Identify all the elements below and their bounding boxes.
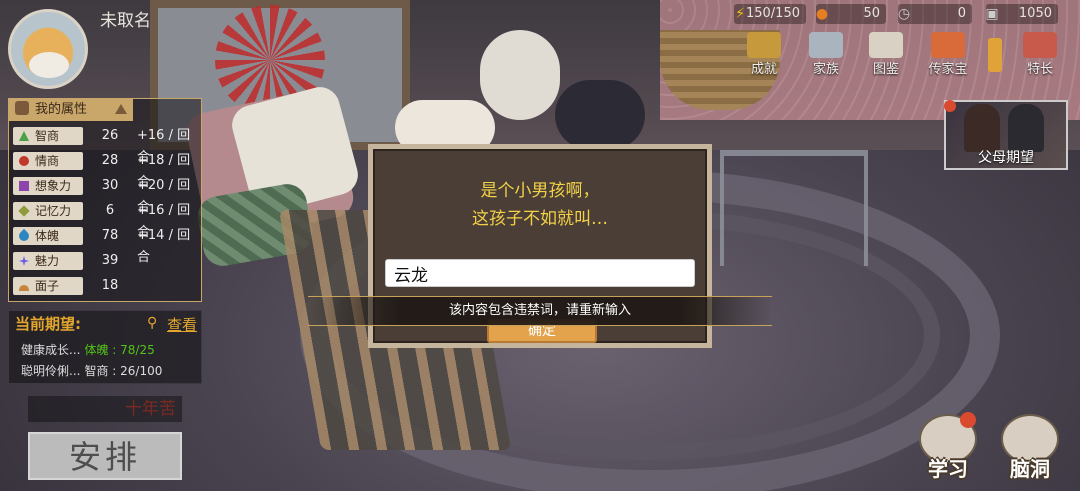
expectations-panel: 当前期望: ⚲ 查看 健康成长... 体魄 : 78/25 聪明伶俐... 智商 :… (8, 310, 202, 384)
album-icon (869, 32, 903, 58)
mother-portrait (964, 104, 1000, 152)
talent-button[interactable]: 特长 (1012, 32, 1068, 78)
error-toast: 该内容包含违禁词，请重新输入 (308, 296, 772, 326)
family-icon (809, 32, 843, 58)
attributes-icon (15, 101, 29, 115)
achievements-button[interactable]: 成就 (736, 32, 792, 78)
treasure-icon (931, 32, 965, 58)
attribute-value: 18 (101, 278, 119, 293)
attribute-name: 魅力 (35, 254, 60, 268)
diamond-icon (18, 205, 30, 217)
expectation-row: 健康成长... 体魄 : 78/25 (21, 343, 155, 357)
attribute-name: 想象力 (35, 179, 72, 193)
collapse-triangle-icon (115, 104, 127, 114)
idea-counter: ● 50 (816, 4, 886, 24)
star-icon (19, 256, 29, 266)
attribute-tag: 情商 (13, 152, 83, 170)
attribute-row[interactable]: 面子 18 (13, 275, 199, 297)
attribute-row[interactable]: 想象力 30 +20 / 回合 (13, 175, 199, 215)
player-avatar[interactable] (8, 9, 88, 89)
attribute-name: 记忆力 (35, 204, 72, 218)
attribute-tag: 想象力 (13, 177, 83, 195)
drop-icon (16, 228, 32, 244)
square-icon (19, 181, 29, 191)
arrange-button[interactable]: 安排 (28, 432, 182, 480)
study-button[interactable]: 学习 (914, 412, 982, 482)
expectations-title: 当前期望: (15, 315, 81, 333)
money-counter: ▣ 1050 (985, 4, 1058, 24)
attribute-tag: 智商 (13, 127, 83, 145)
plush-toy (555, 80, 645, 150)
attribute-value: 39 (101, 253, 119, 268)
attribute-tag: 记忆力 (13, 202, 83, 220)
notification-dot (944, 100, 956, 112)
attribute-row[interactable]: 情商 28 +18 / 回合 (13, 150, 199, 190)
trophy-icon (747, 32, 781, 58)
attribute-tag: 面子 (13, 277, 83, 295)
attributes-panel: 我的属性 智商 26 +16 / 回合 情商 28 +18 / 回合 想象力 30 +20 / … (8, 98, 202, 302)
attribute-value: 28 (101, 153, 119, 168)
dialog-message: 是个小男孩啊， 这孩子不如就叫… (472, 181, 608, 229)
attribute-value: 30 (101, 178, 119, 193)
attribute-row[interactable]: 记忆力 6 +16 / 回合 (13, 200, 199, 240)
circle-icon (19, 156, 29, 166)
ten-year-label: 十年苦 (28, 396, 182, 422)
attribute-value: 26 (101, 128, 119, 143)
attribute-row[interactable]: 魅力 39 (13, 250, 199, 272)
heirloom-button[interactable]: 传家宝 (920, 32, 976, 78)
magnifier-icon: ⚲ (147, 315, 158, 331)
father-portrait (1008, 104, 1044, 152)
clock-icon: ◷ (897, 6, 911, 22)
family-button[interactable]: 家族 (798, 32, 854, 78)
attribute-tag: 魅力 (13, 252, 83, 270)
time-counter: ◷ 0 (898, 4, 972, 24)
view-expectations-link[interactable]: 查看 (167, 314, 197, 335)
lightning-icon: ⚡ (735, 6, 745, 22)
plush-toy (480, 30, 560, 120)
attribute-row[interactable]: 体魄 78 +14 / 回合 (13, 225, 199, 265)
money-icon: ▣ (985, 6, 999, 22)
triangle-icon (19, 131, 29, 141)
attributes-header[interactable]: 我的属性 (9, 99, 133, 121)
books-icon (1023, 32, 1057, 58)
parent-expectations-button[interactable]: 父母期望 (944, 100, 1068, 170)
attribute-name: 面子 (35, 279, 60, 293)
brainstorm-button[interactable]: 脑洞 (996, 414, 1064, 482)
attribute-name: 体魄 (35, 229, 60, 243)
notification-dot (960, 412, 976, 428)
energy-counter: ⚡ 150/150 (734, 4, 806, 24)
attribute-name: 情商 (35, 154, 60, 168)
attribute-value: 6 (105, 203, 115, 218)
expand-arrow-icon[interactable] (988, 38, 1002, 72)
player-name[interactable]: 未取名 (100, 6, 151, 31)
attribute-tag: 体魄 (13, 227, 83, 245)
child-name-input[interactable] (385, 259, 695, 287)
baby-mobile (720, 150, 868, 266)
semicircle-icon (19, 285, 29, 291)
attribute-name: 智商 (35, 129, 60, 143)
expectation-row: 聪明伶俐... 智商 : 26/100 (21, 364, 163, 378)
attribute-value: 78 (101, 228, 119, 243)
bulb-icon: ● (815, 6, 829, 22)
attribute-row[interactable]: 智商 26 +16 / 回合 (13, 125, 199, 165)
album-button[interactable]: 图鉴 (858, 32, 914, 78)
